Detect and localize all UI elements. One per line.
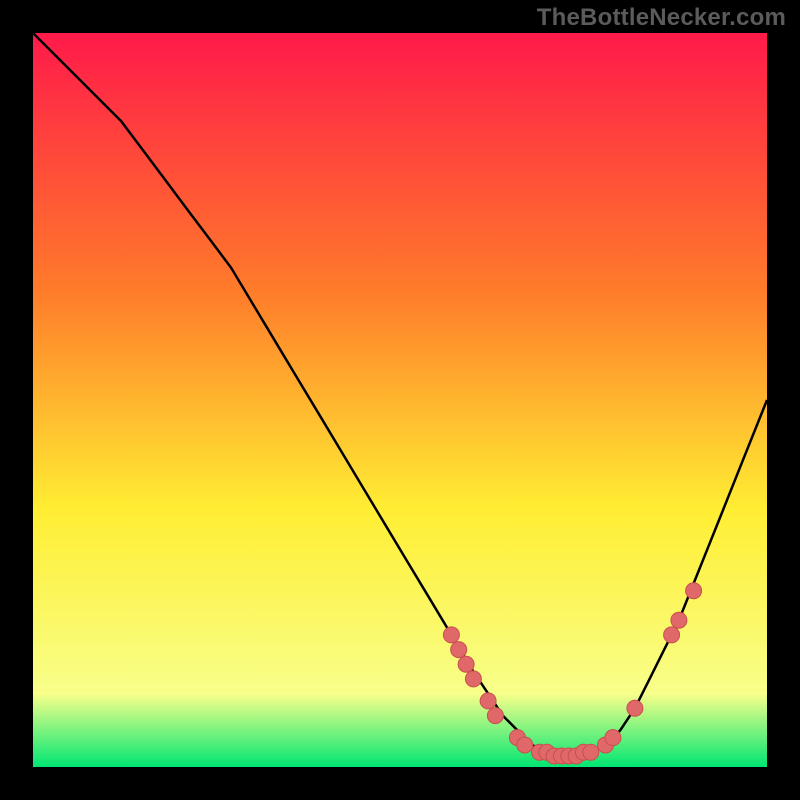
curve-marker	[458, 656, 474, 672]
curve-marker	[671, 612, 687, 628]
chart-frame: TheBottleNecker.com	[0, 0, 800, 800]
gradient-background	[33, 33, 767, 767]
curve-marker	[487, 708, 503, 724]
curve-marker	[465, 671, 481, 687]
curve-marker	[627, 700, 643, 716]
curve-marker	[451, 642, 467, 658]
watermark-text: TheBottleNecker.com	[537, 4, 786, 32]
bottleneck-chart	[33, 33, 767, 767]
curve-marker	[664, 627, 680, 643]
plot-area	[33, 33, 767, 767]
curve-marker	[480, 693, 496, 709]
curve-marker	[517, 737, 533, 753]
curve-marker	[443, 627, 459, 643]
curve-marker	[686, 583, 702, 599]
curve-marker	[605, 730, 621, 746]
curve-marker	[583, 744, 599, 760]
